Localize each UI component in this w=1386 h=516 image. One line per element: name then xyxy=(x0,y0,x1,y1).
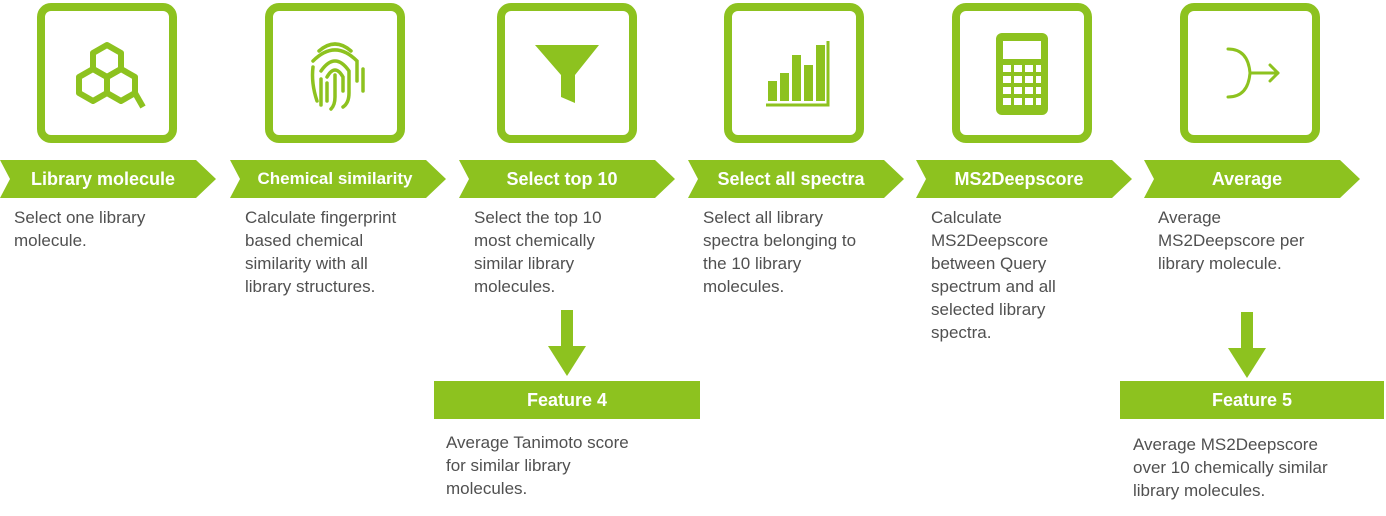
desc-line: molecules. xyxy=(446,479,528,498)
step-2-icon-box xyxy=(265,3,405,143)
desc-line: molecules. xyxy=(703,277,785,296)
feature-4-banner: Feature 4 xyxy=(434,381,700,419)
merge-arrow-icon xyxy=(1226,47,1280,99)
molecule-icon xyxy=(76,42,146,109)
desc-line: selected library xyxy=(931,300,1046,319)
step-title: Select all spectra xyxy=(717,169,865,189)
down-arrow-icon xyxy=(1228,312,1266,378)
step-4-icon-box xyxy=(724,3,864,143)
desc-line: library molecule. xyxy=(1158,254,1282,273)
step-banner-select-all-spectra: Select all spectra xyxy=(688,160,904,198)
down-arrow-icon xyxy=(548,310,586,376)
desc-line: for similar library xyxy=(446,456,571,475)
desc-line: similarity with all xyxy=(245,254,368,273)
calculator-icon xyxy=(996,33,1048,115)
step-3-description: Select the top 10 most chemically simila… xyxy=(474,206,602,298)
step-title: Library molecule xyxy=(30,169,176,189)
desc-line: Calculate xyxy=(931,208,1002,227)
desc-line: molecules. xyxy=(474,277,556,296)
step-6-icon-box xyxy=(1180,3,1320,143)
fingerprint-icon xyxy=(310,42,365,111)
step-banner-library-molecule: Library molecule xyxy=(0,160,216,198)
desc-line: Select one library xyxy=(14,208,146,227)
bar-chart-icon xyxy=(766,41,830,107)
step-1-description: Select one library molecule. xyxy=(14,206,145,252)
step-title: Average xyxy=(1211,169,1283,189)
step-banner-chemical-similarity: Chemical similarity xyxy=(230,160,446,198)
desc-line: Select the top 10 xyxy=(474,208,602,227)
desc-line: Average Tanimoto score xyxy=(446,433,629,452)
step-title: Select top 10 xyxy=(506,169,618,189)
desc-line: spectra. xyxy=(931,323,992,342)
desc-line: similar library xyxy=(474,254,575,273)
desc-line: MS2Deepscore xyxy=(931,231,1049,250)
desc-line: Select all library xyxy=(703,208,823,227)
step-banner-ms2deepscore: MS2Deepscore xyxy=(916,160,1132,198)
step-1-icon-box xyxy=(37,3,177,143)
desc-line: MS2Deepscore per xyxy=(1158,231,1305,250)
desc-line: between Query xyxy=(931,254,1047,273)
desc-line: most chemically xyxy=(474,231,595,250)
desc-line: over 10 chemically similar xyxy=(1133,458,1328,477)
step-2-description: Calculate fingerprint based chemical sim… xyxy=(245,206,396,298)
desc-line: library structures. xyxy=(245,277,376,296)
step-title: MS2Deepscore xyxy=(954,169,1084,189)
desc-line: Calculate fingerprint xyxy=(245,208,397,227)
desc-line: Average xyxy=(1158,208,1222,227)
desc-line: based chemical xyxy=(245,231,364,250)
desc-line: the 10 library xyxy=(703,254,802,273)
desc-line: spectra belonging to xyxy=(703,231,857,250)
step-6-description: Average MS2Deepscore per library molecul… xyxy=(1158,206,1304,275)
step-5-description: Calculate MS2Deepscore between Query spe… xyxy=(931,206,1056,344)
feature-4-description: Average Tanimoto score for similar libra… xyxy=(446,431,629,500)
desc-line: spectrum and all xyxy=(931,277,1056,296)
step-title: Chemical similarity xyxy=(257,169,413,188)
desc-line: molecule. xyxy=(14,231,87,250)
feature-5-banner: Feature 5 xyxy=(1120,381,1384,419)
step-banner-select-top-10: Select top 10 xyxy=(459,160,675,198)
feature-5-description: Average MS2Deepscore over 10 chemically … xyxy=(1133,433,1328,502)
step-4-description: Select all library spectra belonging to … xyxy=(703,206,856,298)
funnel-icon xyxy=(535,45,599,103)
step-5-icon-box xyxy=(952,3,1092,143)
step-3-icon-box xyxy=(497,3,637,143)
desc-line: Average MS2Deepscore xyxy=(1133,435,1318,454)
desc-line: library molecules. xyxy=(1133,481,1266,500)
step-banner-average: Average xyxy=(1144,160,1360,198)
